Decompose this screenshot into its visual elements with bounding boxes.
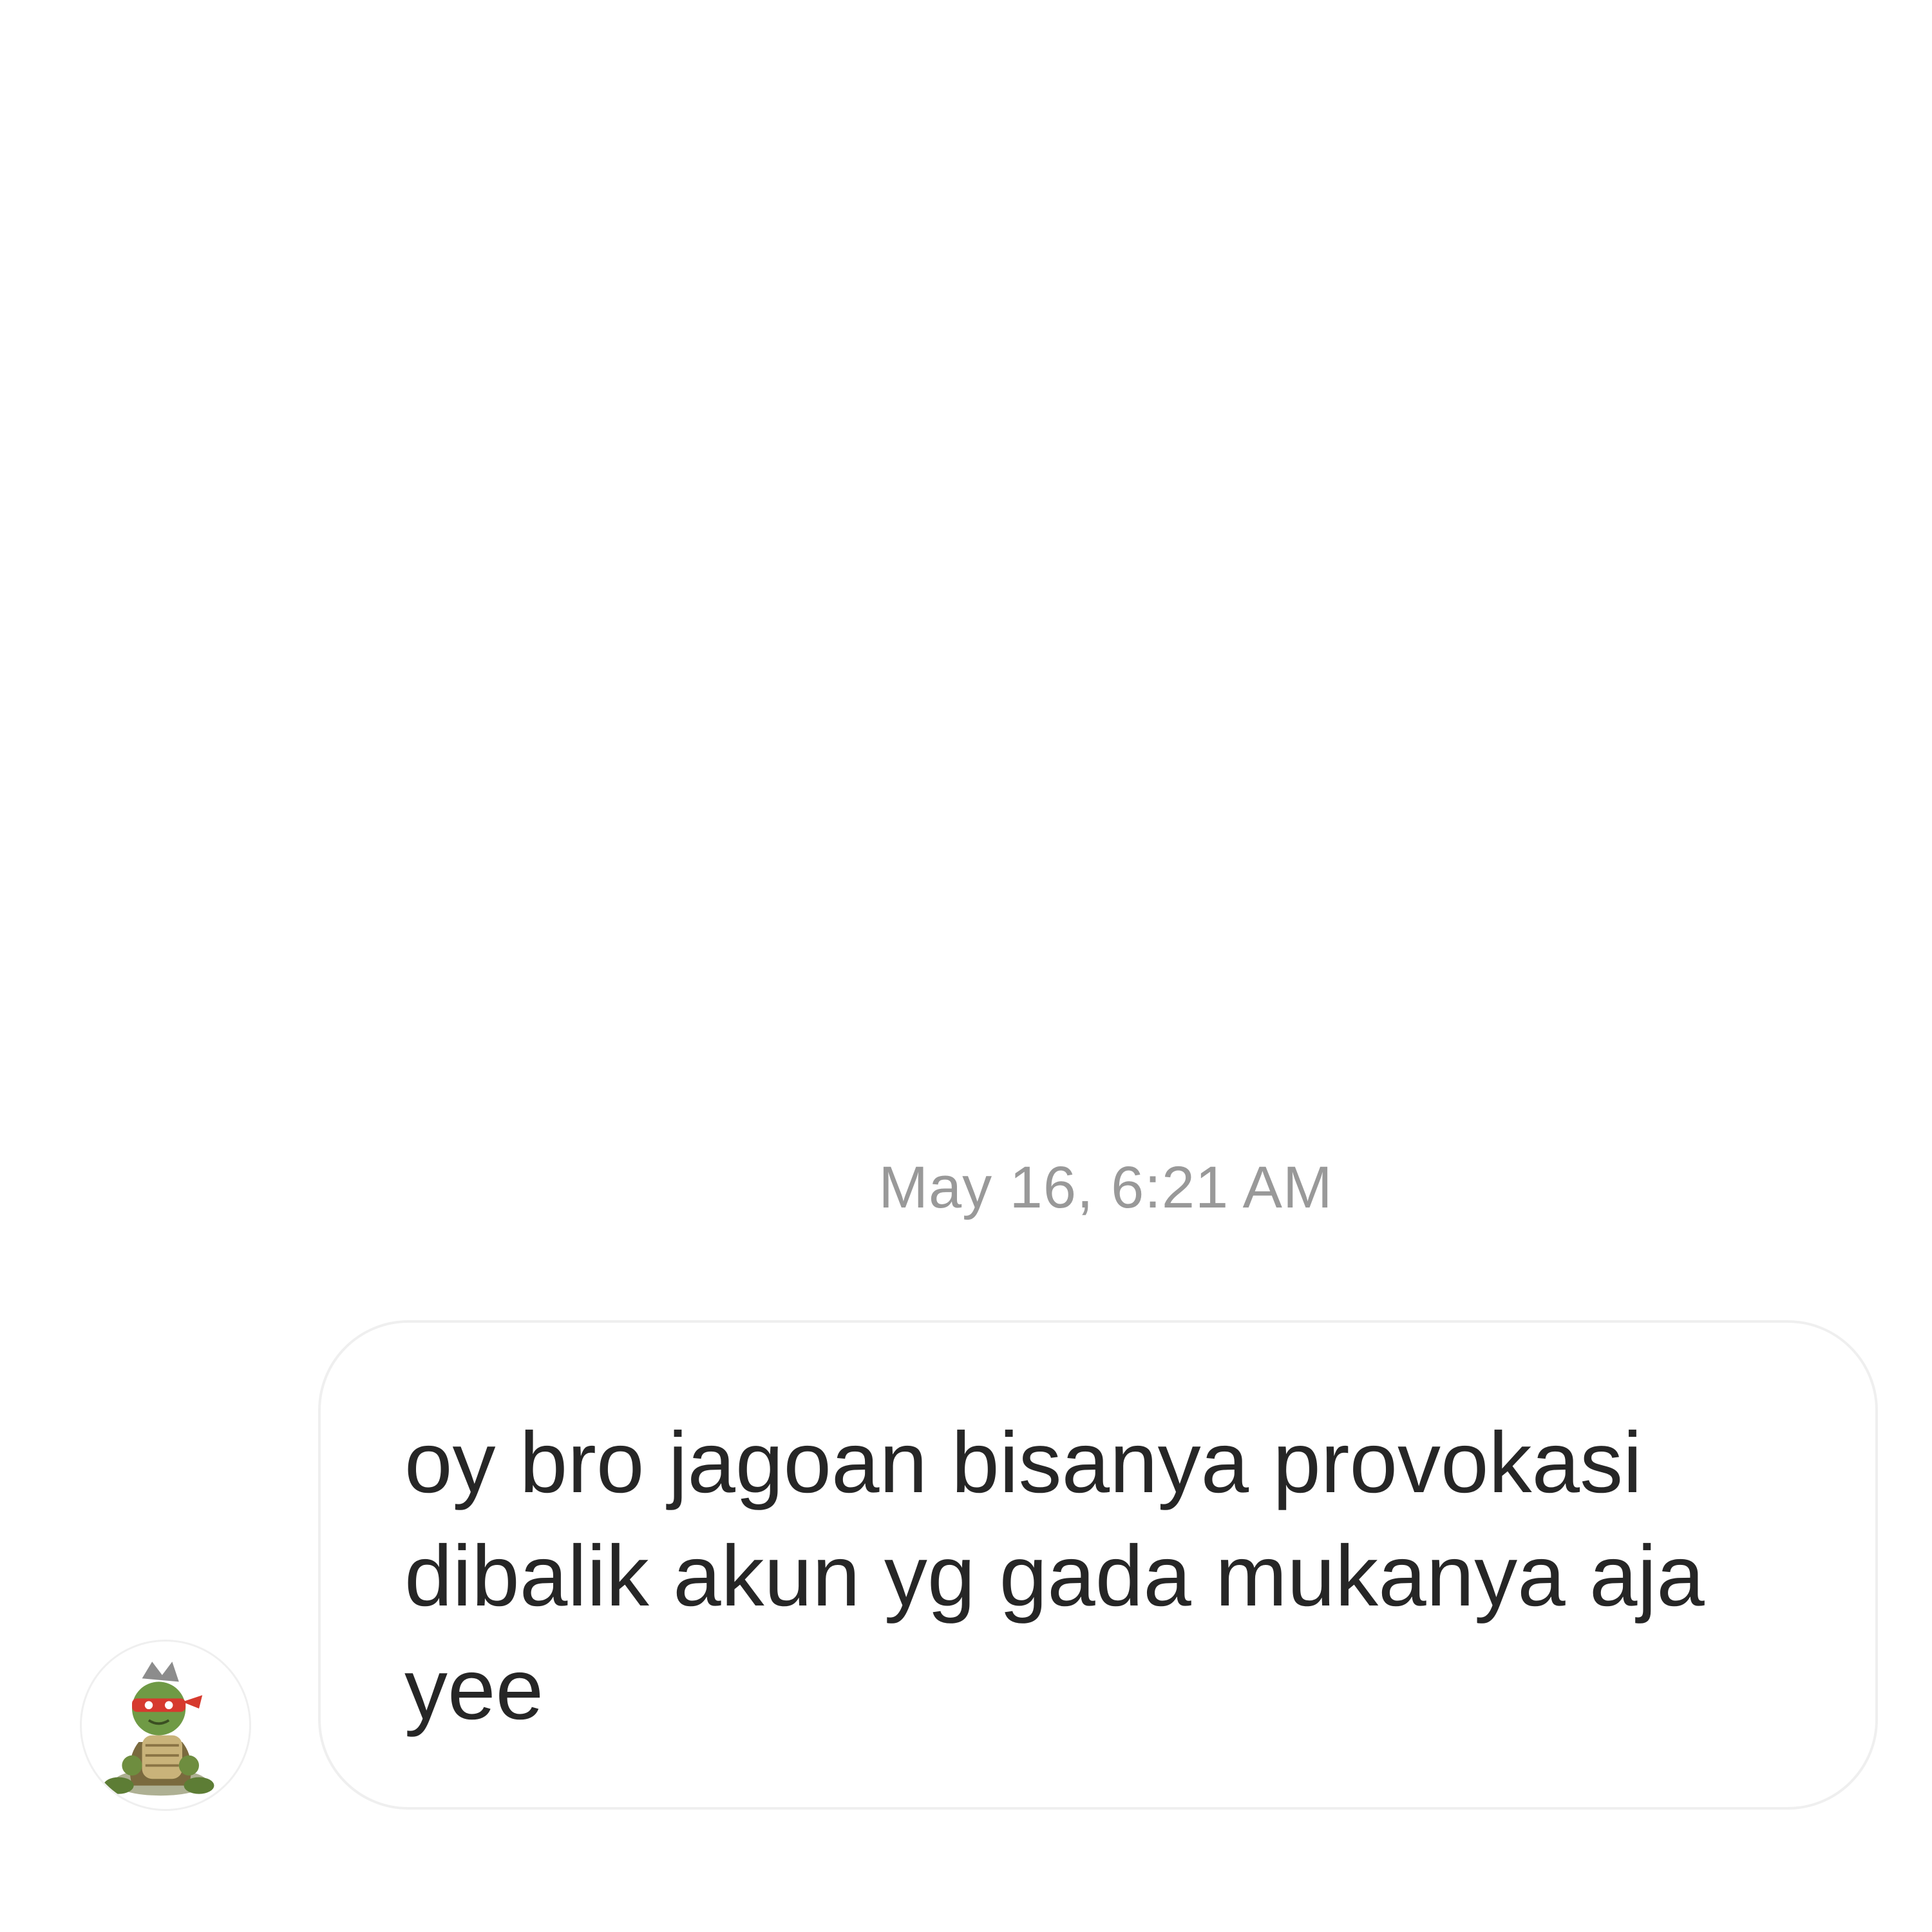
chat-thread: May 16, 6:21 AM oy bro jagoan bisanya pr… — [0, 0, 1932, 1932]
message-bubble[interactable]: oy bro jagoan bisanya provokasi dibalik … — [318, 1320, 1878, 1810]
incoming-message-row: oy bro jagoan bisanya provokasi dibalik … — [0, 1320, 1932, 1811]
sender-avatar[interactable] — [80, 1640, 251, 1811]
cartoon-turtle-avatar-icon — [103, 1662, 214, 1796]
message-text: oy bro jagoan bisanya provokasi dibalik … — [404, 1415, 1705, 1738]
message-timestamp: May 16, 6:21 AM — [878, 1155, 1333, 1220]
